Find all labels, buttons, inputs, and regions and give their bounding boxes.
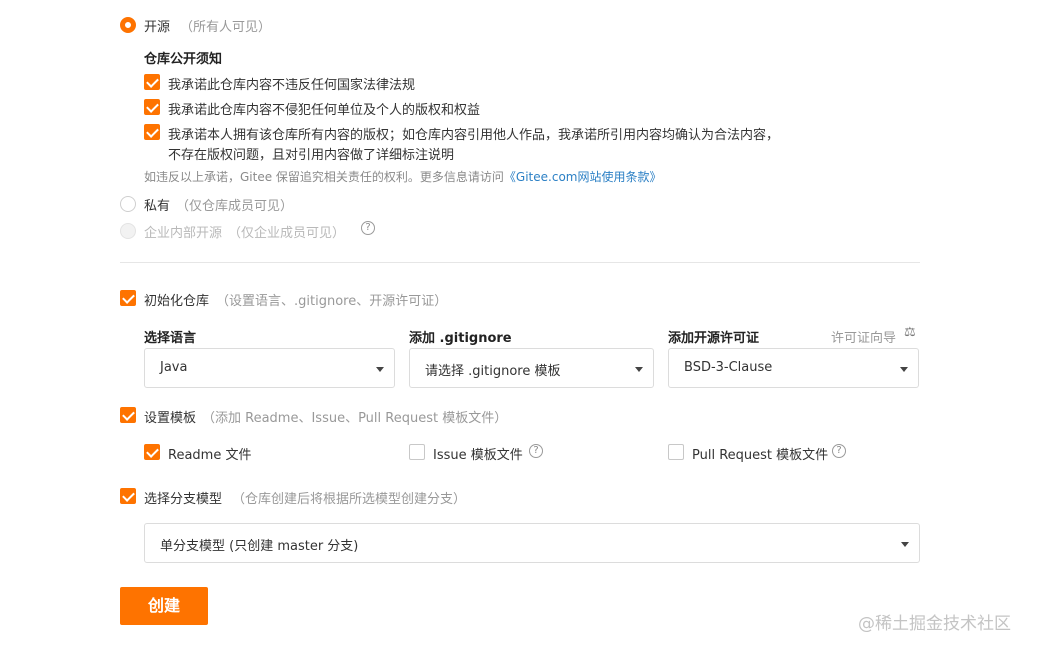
chevron-down-icon [376, 367, 384, 372]
enterprise-hint: （仅企业成员可见） [228, 226, 346, 241]
enterprise-radio [120, 223, 136, 239]
private-hint: （仅仓库成员可见） [176, 199, 294, 214]
notice-item-3: 我承诺本人拥有该仓库所有内容的版权；如仓库内容引用他人作品，我承诺所引用内容均确… [168, 128, 780, 143]
issue-template-label[interactable]: Issue 模板文件 [433, 444, 523, 463]
notice-checkbox-3[interactable] [144, 124, 160, 140]
pr-template-label[interactable]: Pull Request 模板文件 [692, 444, 828, 463]
help-icon[interactable]: ? [832, 444, 846, 458]
branch-model-hint: （仓库创建后将根据所选模型创建分支） [232, 492, 467, 507]
license-label: 添加开源许可证 [668, 331, 760, 346]
branch-model-select-value: 单分支模型 (只创建 master 分支) [160, 539, 359, 554]
help-icon[interactable]: ? [361, 221, 375, 235]
branch-model-checkbox[interactable] [120, 488, 136, 504]
private-label[interactable]: 私有 [144, 195, 170, 214]
branch-model-label[interactable]: 选择分支模型 [144, 488, 222, 507]
template-checkbox[interactable] [120, 407, 136, 423]
license-select-value: BSD-3-Clause [684, 360, 773, 375]
open-source-radio[interactable] [120, 17, 136, 33]
readme-checkbox[interactable] [144, 444, 160, 460]
open-source-hint: （所有人可见） [180, 20, 272, 35]
notice-checkbox-2[interactable] [144, 99, 160, 115]
chevron-down-icon [635, 367, 643, 372]
notice-item-1: 我承诺此仓库内容不违反任何国家法律法规 [168, 78, 416, 93]
open-source-label[interactable]: 开源 [144, 16, 170, 35]
chevron-down-icon [900, 367, 908, 372]
gitignore-label: 添加 .gitignore [409, 331, 512, 346]
pr-template-checkbox[interactable] [668, 444, 684, 460]
chevron-down-icon [901, 542, 909, 547]
gitignore-select[interactable]: 请选择 .gitignore 模板 [409, 348, 654, 388]
init-repo-checkbox[interactable] [120, 290, 136, 306]
branch-model-select[interactable]: 单分支模型 (只创建 master 分支) [144, 523, 920, 563]
notice-footer-text: 如违反以上承诺，Gitee 保留追究相关责任的权利。更多信息请访问 [144, 170, 504, 184]
template-hint: （添加 Readme、Issue、Pull Request 模板文件） [202, 411, 508, 426]
scale-icon[interactable]: ⚖ [904, 325, 916, 340]
help-icon[interactable]: ? [529, 444, 543, 458]
template-label[interactable]: 设置模板 [144, 407, 196, 426]
language-label: 选择语言 [144, 331, 197, 346]
create-button[interactable]: 创建 [120, 587, 208, 625]
enterprise-label: 企业内部开源 [144, 226, 223, 241]
notice-item-2: 我承诺此仓库内容不侵犯任何单位及个人的版权和权益 [168, 103, 481, 118]
notice-item-3-cont: 不存在版权问题，且对引用内容做了详细标注说明 [168, 148, 455, 163]
notice-title: 仓库公开须知 [144, 52, 223, 67]
notice-footer: 如违反以上承诺，Gitee 保留追究相关责任的权利。更多信息请访问《Gitee.… [144, 168, 661, 185]
license-select[interactable]: BSD-3-Clause [668, 348, 919, 388]
issue-template-checkbox[interactable] [409, 444, 425, 460]
notice-checkbox-1[interactable] [144, 74, 160, 90]
readme-label[interactable]: Readme 文件 [168, 444, 251, 463]
init-repo-hint: （设置语言、.gitignore、开源许可证） [216, 294, 448, 309]
section-divider [120, 262, 920, 263]
language-select[interactable]: Java [144, 348, 395, 388]
gitignore-select-value: 请选择 .gitignore 模板 [425, 364, 561, 379]
watermark: @稀土掘金技术社区 [858, 614, 1011, 634]
license-guide-link[interactable]: 许可证向导 [831, 327, 896, 346]
init-repo-label[interactable]: 初始化仓库 [144, 290, 209, 309]
language-select-value: Java [160, 360, 188, 375]
terms-link[interactable]: 《Gitee.com网站使用条款》 [504, 170, 662, 184]
private-radio[interactable] [120, 196, 136, 212]
